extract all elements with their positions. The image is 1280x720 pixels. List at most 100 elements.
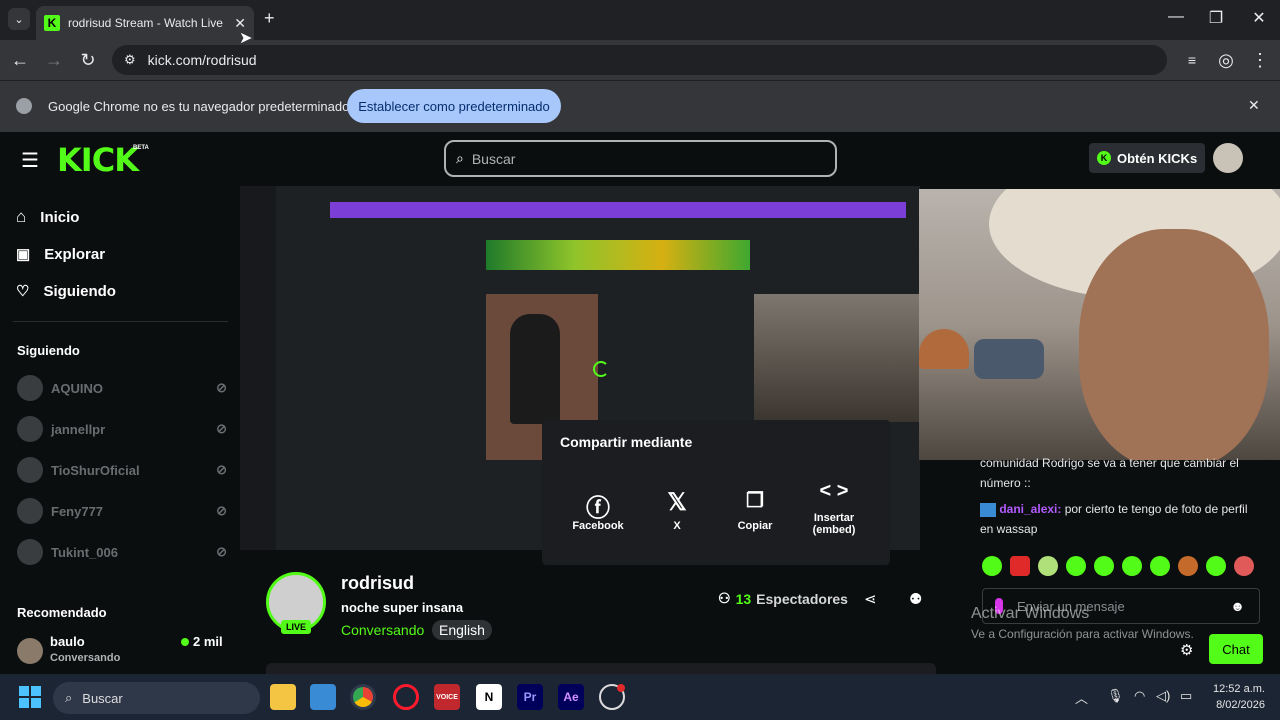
emote-icon[interactable] xyxy=(982,556,1002,576)
new-tab-icon[interactable]: + xyxy=(264,8,275,29)
reload-icon[interactable]: ↻ xyxy=(77,50,99,70)
emote-icon[interactable] xyxy=(1010,556,1030,576)
share-embed-button[interactable]: < > Insertar (embed) xyxy=(799,480,869,536)
taskbar-search[interactable]: ⌕ Buscar xyxy=(53,682,260,714)
helmet-shape xyxy=(919,329,969,369)
chat-settings-gear-icon[interactable]: ⚙ xyxy=(1180,641,1193,659)
default-browser-infobar: Google Chrome no es tu navegador predete… xyxy=(0,80,1280,132)
search-placeholder: Buscar xyxy=(471,150,516,167)
sidebar-item-explorar[interactable]: ▣ Explorar xyxy=(16,245,105,264)
infobar-close-icon[interactable]: ✕ xyxy=(1248,97,1260,114)
x-logo-icon: 𝕏 xyxy=(667,489,687,516)
voicemeeter-icon[interactable]: VOICE xyxy=(434,684,460,710)
tray-chevron-icon[interactable]: ︿ xyxy=(1075,688,1088,707)
activate-windows-subtitle: Ve a Configuración para activar Windows. xyxy=(971,627,1194,641)
microphone-icon[interactable]: 🎙 xyxy=(1107,688,1124,704)
offline-icon: ⊘ xyxy=(216,503,227,518)
menu-kebab-icon[interactable]: ⋮ xyxy=(1249,50,1271,70)
emote-icon[interactable] xyxy=(1206,556,1226,576)
offline-icon: ⊘ xyxy=(216,462,227,477)
following-channel[interactable]: Feny777 ⊘ xyxy=(17,498,227,524)
emote-icon[interactable] xyxy=(1122,556,1142,576)
notification-dot-icon xyxy=(617,684,625,692)
user-avatar[interactable] xyxy=(1213,143,1243,173)
mouse-cursor-icon: ➤ xyxy=(239,30,253,47)
store-icon[interactable] xyxy=(310,684,336,710)
stream-title: noche super insana xyxy=(341,600,464,615)
capture-figure xyxy=(510,314,560,424)
tab-search-chevron-icon[interactable]: ⌄ xyxy=(8,8,30,30)
windows-start-icon[interactable] xyxy=(19,686,41,708)
address-bar[interactable]: ⚙ kick.com/rodrisud xyxy=(112,45,1167,75)
emoji-icon[interactable]: ☻ xyxy=(1230,598,1245,614)
notion-icon[interactable]: N xyxy=(476,684,502,710)
search-icon: ⌕ xyxy=(65,690,73,705)
following-channel[interactable]: Tukint_006 ⊘ xyxy=(17,539,227,565)
following-channel[interactable]: AQUINO ⊘ xyxy=(17,375,227,401)
sidebar-item-siguiendo[interactable]: ♡ Siguiendo xyxy=(16,282,116,301)
file-explorer-icon[interactable] xyxy=(270,684,296,710)
search-input[interactable]: ⌕ Buscar xyxy=(444,140,837,177)
share-x-button[interactable]: 𝕏 X xyxy=(642,488,712,532)
media-controls-icon[interactable]: ≡ xyxy=(1181,50,1203,70)
channel-avatar xyxy=(17,498,43,524)
after-effects-icon[interactable]: Ae xyxy=(558,684,584,710)
tab-title: rodrisud Stream - Watch Live o xyxy=(68,16,227,30)
clock-date[interactable]: 8/02/2026 xyxy=(1207,699,1265,711)
profile-icon[interactable]: ◎ xyxy=(1215,50,1237,70)
wifi-icon[interactable]: ◠ xyxy=(1134,688,1145,704)
battery-icon[interactable]: ▭ xyxy=(1180,688,1192,704)
emote-icon[interactable] xyxy=(1094,556,1114,576)
emote-icon[interactable] xyxy=(1178,556,1198,576)
kick-favicon-icon: K xyxy=(44,15,60,31)
streamer-username[interactable]: rodrisud xyxy=(341,573,414,594)
back-arrow-icon[interactable]: ← xyxy=(9,50,31,70)
premiere-pro-icon[interactable]: Pr xyxy=(517,684,543,710)
emote-icon[interactable] xyxy=(1150,556,1170,576)
forward-arrow-icon[interactable]: → xyxy=(43,50,65,70)
hamburger-menu-icon[interactable]: ☰ xyxy=(21,148,39,173)
clothes-shape xyxy=(974,339,1044,379)
infobar-message: Google Chrome no es tu navegador predete… xyxy=(48,99,350,114)
language-tag[interactable]: English xyxy=(432,620,492,640)
window-close-icon[interactable]: ✕ xyxy=(1244,8,1274,28)
site-settings-icon[interactable]: ⚙ xyxy=(124,52,136,68)
following-channel[interactable]: TioShurOficial ⊘ xyxy=(17,457,227,483)
share-option-label: X xyxy=(673,520,681,532)
minimize-icon[interactable]: — xyxy=(1161,8,1191,26)
sidebar-item-inicio[interactable]: ⌂ Inicio xyxy=(16,207,79,227)
channel-name: jannellpr xyxy=(51,421,106,437)
chat-username[interactable]: dani_alexi: xyxy=(999,502,1061,516)
browser-tab[interactable]: K rodrisud Stream - Watch Live o ✕ xyxy=(36,6,254,40)
browse-icon: ▣ xyxy=(16,246,31,263)
emote-icon[interactable] xyxy=(1234,556,1254,576)
viewer-info: ⚇ 13 Espectadores xyxy=(718,590,848,607)
set-default-button[interactable]: Establecer como predeterminado xyxy=(347,89,561,123)
chrome-icon[interactable] xyxy=(350,684,376,710)
emote-icon[interactable] xyxy=(1038,556,1058,576)
stream-category[interactable]: Conversando xyxy=(341,622,424,638)
taskbar-search-label: Buscar xyxy=(82,690,123,706)
follow-user-icon[interactable]: ⚉ xyxy=(909,590,922,608)
channel-name: TioShurOficial xyxy=(51,462,140,478)
viewer-count: 2 mil xyxy=(193,634,223,649)
share-option-label: Copiar xyxy=(737,520,773,532)
viewer-count: 13 xyxy=(735,590,752,607)
opera-gx-icon[interactable] xyxy=(393,684,419,710)
volume-icon[interactable]: ◁) xyxy=(1156,688,1170,704)
clock-time[interactable]: 12:52 a.m. xyxy=(1207,683,1265,695)
get-kicks-label: Obtén KICKs xyxy=(1117,150,1198,166)
loading-spinner-icon xyxy=(593,361,609,377)
chat-send-button[interactable]: Chat xyxy=(1209,634,1263,664)
kick-logo[interactable]: KICK xyxy=(57,141,139,179)
beta-badge: BETA xyxy=(133,145,149,151)
following-channel[interactable]: jannellpr ⊘ xyxy=(17,416,227,442)
maximize-icon[interactable]: ❐ xyxy=(1201,8,1231,28)
recommended-channel[interactable]: baulo Conversando 2 mil xyxy=(17,634,227,668)
get-kicks-button[interactable]: K Obtén KICKs xyxy=(1089,143,1205,173)
emote-icon[interactable] xyxy=(1066,556,1086,576)
share-copy-button[interactable]: ❐ Copiar xyxy=(720,488,790,532)
share-facebook-button[interactable]: ⓕ Facebook xyxy=(563,488,633,532)
embed-code-icon: < > xyxy=(819,480,849,502)
share-icon[interactable]: ⋖ xyxy=(864,590,877,608)
